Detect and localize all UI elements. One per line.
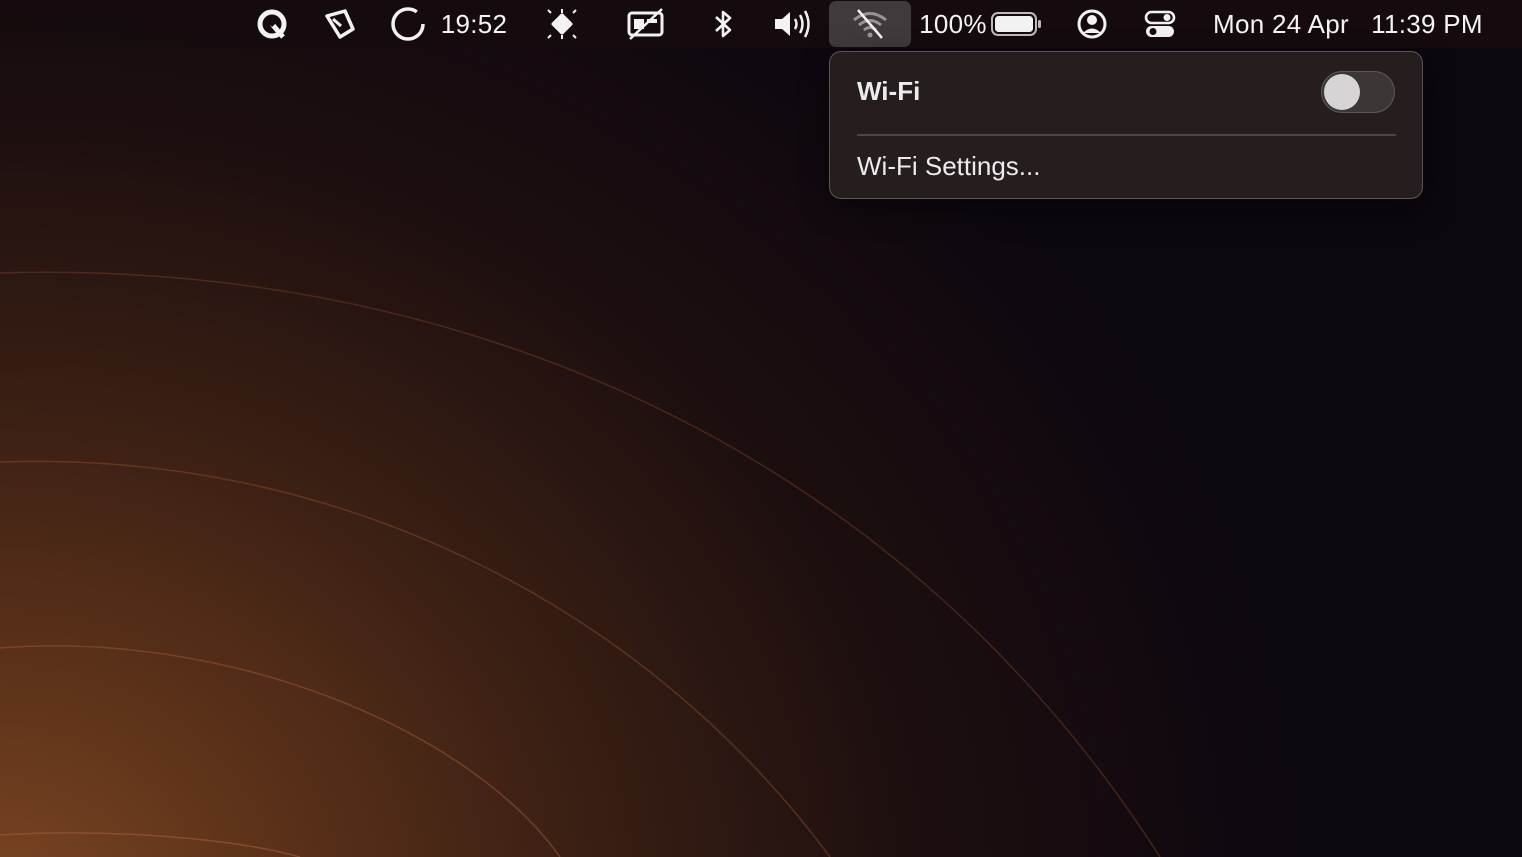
wifi-settings-menu-item[interactable]: Wi-Fi Settings...: [857, 151, 1040, 182]
user-account-icon[interactable]: [1074, 0, 1110, 48]
wifi-toggle[interactable]: [1321, 71, 1395, 113]
timer-ring-icon[interactable]: [388, 0, 428, 48]
cpu-chip-icon[interactable]: [544, 0, 580, 48]
menu-bar-date[interactable]: Mon 24 Apr: [1206, 0, 1356, 48]
pen-tool-icon[interactable]: [322, 0, 358, 48]
wifi-toggle-knob: [1324, 74, 1360, 110]
battery-icon[interactable]: [990, 0, 1044, 48]
display-off-icon[interactable]: [626, 0, 666, 48]
bluetooth-icon[interactable]: [708, 0, 738, 48]
wifi-off-icon[interactable]: [829, 0, 911, 48]
menu-bar-clock[interactable]: 11:39 PM: [1364, 0, 1490, 48]
wifi-dropdown-menu: Wi-Fi Wi-Fi Settings...: [829, 51, 1423, 199]
volume-icon[interactable]: [772, 0, 816, 48]
wifi-menu-title: Wi-Fi: [857, 76, 921, 106]
control-center-icon[interactable]: [1142, 0, 1178, 48]
menu-separator: [857, 134, 1396, 136]
menu-bar: 19:52 100% Mon 24 Apr 11:39 PM: [0, 0, 1522, 48]
timer-text[interactable]: 19:52: [436, 0, 512, 48]
battery-percent: 100%: [919, 8, 987, 39]
quick-refresh-icon[interactable]: [254, 0, 290, 48]
